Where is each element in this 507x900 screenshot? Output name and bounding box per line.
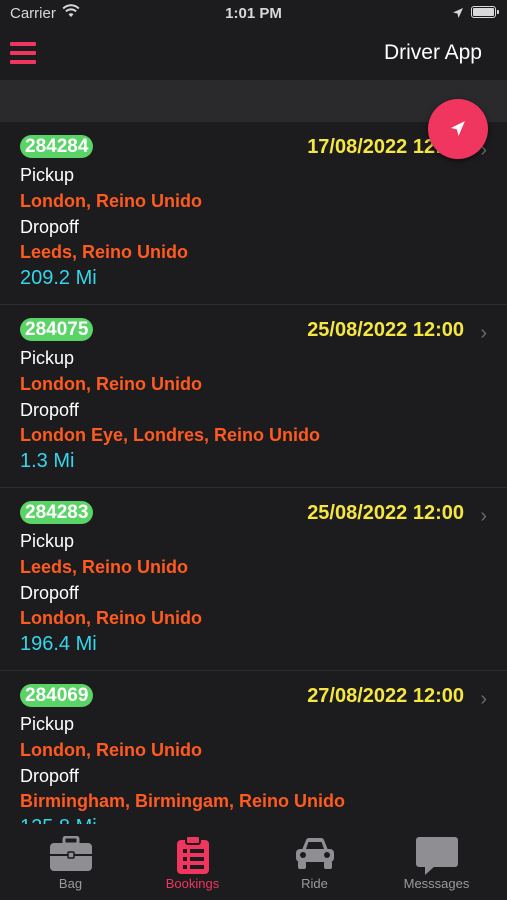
- booking-id-badge: 284075: [20, 318, 94, 341]
- chevron-right-icon: ›: [480, 322, 487, 344]
- tab-messages-label: Messsages: [403, 876, 470, 891]
- dropoff-label: Dropoff: [20, 217, 79, 237]
- booking-row[interactable]: 284075 25/08/2022 12:00 › Pickup London,…: [0, 305, 507, 488]
- distance: 196.4 Mi: [20, 633, 97, 655]
- tab-bag-label: Bag: [58, 876, 83, 891]
- booking-row[interactable]: 284284 17/08/2022 12:00 › Pickup London,…: [0, 122, 507, 305]
- distance: 125.8 Mi: [20, 816, 97, 824]
- tab-bookings-label: Bookings: [165, 876, 220, 891]
- dropoff-label: Dropoff: [20, 766, 79, 786]
- status-bar: Carrier 1:01 PM: [0, 0, 507, 28]
- tab-bookings[interactable]: Bookings: [129, 824, 256, 900]
- pickup-location: London, Reino Unido: [20, 191, 202, 211]
- dropoff-location: London, Reino Unido: [20, 608, 202, 628]
- booking-row[interactable]: 284283 25/08/2022 12:00 › Pickup Leeds, …: [0, 488, 507, 671]
- bookings-list[interactable]: 284284 17/08/2022 12:00 › Pickup London,…: [0, 122, 507, 824]
- pickup-location: London, Reino Unido: [20, 740, 202, 760]
- location-arrow-icon: [452, 6, 464, 23]
- pickup-label: Pickup: [20, 714, 75, 734]
- clipboard-list-icon: [129, 836, 256, 874]
- tab-ride[interactable]: Ride: [251, 824, 378, 900]
- booking-id-badge: 284284: [20, 135, 94, 158]
- message-bubble-icon: [373, 836, 500, 876]
- pickup-label: Pickup: [20, 531, 75, 551]
- distance: 1.3 Mi: [20, 450, 75, 472]
- pickup-location: London, Reino Unido: [20, 374, 202, 394]
- booking-date: 25/08/2022 12:00: [307, 319, 464, 341]
- dropoff-label: Dropoff: [20, 583, 79, 603]
- pickup-location: Leeds, Reino Unido: [20, 557, 189, 577]
- tab-bar: Bag Bookings Ride Messsages: [0, 824, 507, 900]
- booking-id-badge: 284283: [20, 501, 94, 524]
- booking-date: 25/08/2022 12:00: [307, 502, 464, 524]
- tab-ride-label: Ride: [301, 876, 328, 891]
- tab-bag[interactable]: Bag: [7, 824, 134, 900]
- dropoff-location: Leeds, Reino Unido: [20, 242, 189, 262]
- battery-icon: [471, 6, 499, 18]
- nav-bar: Driver App: [0, 28, 507, 80]
- car-icon: [251, 836, 378, 870]
- chevron-right-icon: ›: [480, 688, 487, 710]
- booking-row[interactable]: 284069 27/08/2022 12:00 › Pickup London,…: [0, 671, 507, 824]
- booking-id-badge: 284069: [20, 684, 94, 707]
- navigate-fab-button[interactable]: [428, 99, 488, 159]
- dropoff-location: London Eye, Londres, Reino Unido: [20, 425, 320, 445]
- dropoff-location: Birmingham, Birmingam, Reino Unido: [20, 791, 346, 811]
- briefcase-icon: [7, 836, 134, 872]
- dropoff-label: Dropoff: [20, 400, 79, 420]
- status-time: 1:01 PM: [225, 5, 282, 22]
- pickup-label: Pickup: [20, 348, 75, 368]
- booking-date: 27/08/2022 12:00: [307, 685, 464, 707]
- distance: 209.2 Mi: [20, 267, 97, 289]
- pickup-label: Pickup: [20, 165, 75, 185]
- tab-messages[interactable]: Messsages: [373, 824, 500, 900]
- chevron-right-icon: ›: [480, 505, 487, 527]
- page-title: Driver App: [383, 41, 482, 64]
- menu-button[interactable]: [10, 40, 36, 66]
- navigation-arrow-icon: [451, 121, 465, 136]
